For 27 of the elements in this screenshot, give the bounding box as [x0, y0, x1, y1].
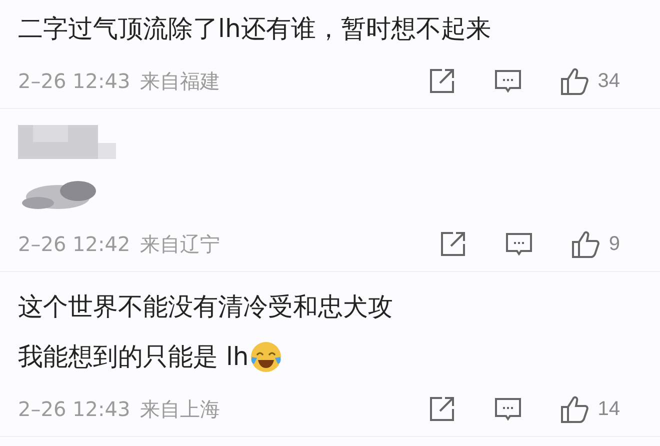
share-icon — [428, 67, 456, 95]
comment-time: 2–26 12:43 — [18, 397, 130, 421]
comment-location: 来自福建 — [140, 68, 220, 94]
comment-location: 来自辽宁 — [140, 230, 220, 258]
comment-text: 这个世界不能没有清冷受和忠犬攻 — [18, 291, 393, 323]
thumbs-up-icon — [560, 394, 590, 424]
thumbs-up-icon — [570, 229, 601, 259]
like-button[interactable]: 34 — [560, 66, 620, 96]
share-button[interactable] — [428, 67, 456, 95]
comment-time: 2–26 12:43 — [18, 69, 130, 93]
like-button[interactable]: 9 — [570, 229, 620, 259]
like-button[interactable]: 14 — [560, 394, 620, 424]
share-icon — [438, 230, 467, 258]
comment-icon — [504, 230, 533, 258]
comment-text: 我能想到的只能是 lh — [18, 341, 249, 373]
thumbs-up-icon — [560, 66, 590, 96]
reply-button[interactable] — [504, 230, 533, 258]
comment-text: 二字过气顶流除了lh还有谁，暂时想不起来 — [18, 13, 491, 45]
share-icon — [428, 395, 456, 423]
share-button[interactable] — [438, 230, 467, 258]
reply-button[interactable] — [494, 395, 522, 423]
comment-location: 来自上海 — [140, 396, 220, 422]
share-button[interactable] — [428, 395, 456, 423]
comment-icon — [494, 395, 522, 423]
comment-icon — [494, 67, 522, 95]
comment-time: 2–26 12:42 — [18, 232, 130, 256]
reply-button[interactable] — [494, 67, 522, 95]
